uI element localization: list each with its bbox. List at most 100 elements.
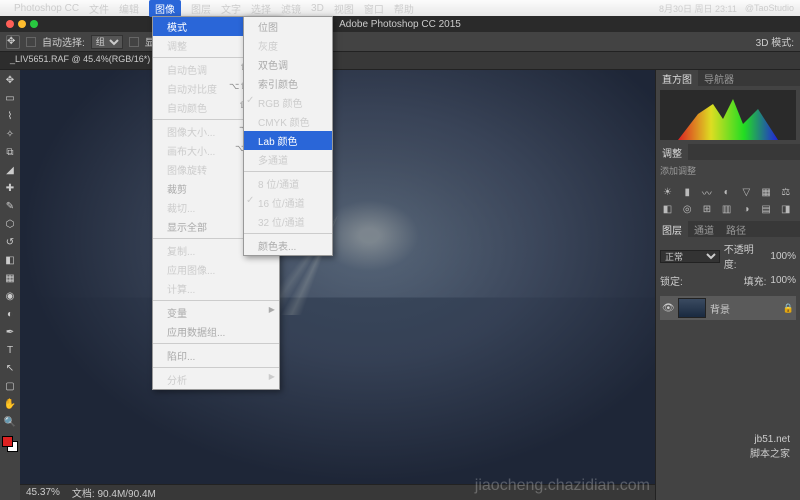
menu-file[interactable]: 文件	[89, 1, 109, 16]
pen-tool[interactable]: ✒	[2, 324, 18, 340]
tab-navigator[interactable]: 导航器	[698, 70, 740, 87]
menu-image[interactable]: 图像	[149, 0, 181, 17]
menu-edit[interactable]: 编辑	[119, 1, 139, 16]
adj-color-balance-icon[interactable]: ⚖	[778, 185, 793, 200]
adj-hue-icon[interactable]: ▦	[759, 185, 774, 200]
move-tool-icon[interactable]: ✥	[6, 35, 20, 49]
canvas-area: 45.37% 文档: 90.4M/90.4M	[20, 70, 655, 500]
adj-curves-icon[interactable]: 〰	[699, 185, 714, 200]
menu-item: 位图	[244, 17, 332, 36]
menu-layer[interactable]: 图层	[191, 1, 211, 16]
move-tool[interactable]: ✥	[2, 72, 18, 88]
layer-row[interactable]: 👁 背景 🔒	[660, 296, 796, 320]
blur-tool[interactable]: ◉	[2, 288, 18, 304]
type-tool[interactable]: T	[2, 342, 18, 358]
menu-window[interactable]: 窗口	[364, 1, 384, 16]
menu-item[interactable]: 8 位/通道	[244, 174, 332, 193]
opacity-label: 不透明度:	[724, 241, 767, 271]
heal-tool[interactable]: ✚	[2, 180, 18, 196]
stamp-tool[interactable]: ⬡	[2, 216, 18, 232]
history-brush-tool[interactable]: ↺	[2, 234, 18, 250]
opacity-value[interactable]: 100%	[770, 251, 796, 262]
lock-icon: 🔒	[783, 303, 794, 314]
menu-photoshop[interactable]: Photoshop CC	[14, 3, 79, 14]
auto-select-checkbox[interactable]	[26, 37, 36, 47]
adjustments-label: 添加调整	[656, 160, 800, 181]
menu-item[interactable]: RGB 颜色	[244, 93, 332, 112]
gradient-tool[interactable]: ▦	[2, 270, 18, 286]
marquee-tool[interactable]: ▭	[2, 90, 18, 106]
close-button[interactable]	[6, 20, 14, 28]
menu-view[interactable]: 视图	[334, 1, 354, 16]
fill-label: 填充:	[744, 273, 767, 288]
menu-item: 颜色表...	[244, 236, 332, 255]
adj-vibrance-icon[interactable]: ▽	[739, 185, 754, 200]
brush-tool[interactable]: ✎	[2, 198, 18, 214]
document-canvas[interactable]	[20, 70, 655, 484]
options-bar: ✥ 自动选择: 组 显示变... 3D 模式:	[0, 32, 800, 52]
fill-value[interactable]: 100%	[770, 275, 796, 286]
blend-mode-select[interactable]: 正常	[660, 250, 720, 263]
menu-filter[interactable]: 滤镜	[281, 1, 301, 16]
menu-item[interactable]: 多通道	[244, 150, 332, 169]
menu-item: 陷印...	[153, 346, 279, 365]
wand-tool[interactable]: ✧	[2, 126, 18, 142]
document-tab[interactable]: _LIV5651.RAF @ 45.4%(RGB/16*)	[0, 52, 161, 69]
zoom-button[interactable]	[30, 20, 38, 28]
menu-type[interactable]: 文字	[221, 1, 241, 16]
show-transform-checkbox[interactable]	[129, 37, 139, 47]
menu-item[interactable]: 分析	[153, 370, 279, 389]
adj-brightness-icon[interactable]: ☀	[660, 185, 675, 200]
adj-lookup-icon[interactable]: ▥	[719, 202, 734, 217]
menubar-date: 8月30日 周日 23:11	[659, 2, 737, 15]
mac-menubar: Photoshop CC 文件 编辑 图像 图层 文字 选择 滤镜 3D 视图 …	[0, 0, 800, 16]
adj-photo-filter-icon[interactable]: ◎	[680, 202, 695, 217]
layer-thumbnail[interactable]	[678, 298, 706, 318]
menu-item[interactable]: 计算...	[153, 279, 279, 298]
lock-label: 锁定:	[660, 273, 683, 288]
menu-item: 索引颜色	[244, 74, 332, 93]
menu-3d[interactable]: 3D	[311, 3, 324, 14]
eraser-tool[interactable]: ◧	[2, 252, 18, 268]
tab-channels[interactable]: 通道	[688, 221, 720, 238]
tab-paths[interactable]: 路径	[720, 221, 752, 238]
menu-item[interactable]: 16 位/通道	[244, 193, 332, 212]
minimize-button[interactable]	[18, 20, 26, 28]
menu-select[interactable]: 选择	[251, 1, 271, 16]
adj-posterize-icon[interactable]: ▤	[759, 202, 774, 217]
adj-exposure-icon[interactable]: ◐	[719, 185, 734, 200]
adjustments-grid: ☀ ▮ 〰 ◐ ▽ ▦ ⚖ ◧ ◎ ⊞ ▥ ◑ ▤ ◨	[656, 181, 800, 221]
window-titlebar: Adobe Photoshop CC 2015	[0, 16, 800, 32]
path-tool[interactable]: ↖	[2, 360, 18, 376]
panels-column: 直方图 导航器 调整 添加调整 ☀ ▮ 〰 ◐ ▽ ▦ ⚖ ◧ ◎ ⊞ ▥ ◑ …	[655, 70, 800, 500]
menu-item[interactable]: Lab 颜色	[244, 131, 332, 150]
color-swatch[interactable]	[2, 436, 18, 452]
dodge-tool[interactable]: ◐	[2, 306, 18, 322]
zoom-tool[interactable]: 🔍	[2, 414, 18, 430]
doc-size: 文档: 90.4M/90.4M	[72, 485, 156, 500]
adj-levels-icon[interactable]: ▮	[680, 185, 695, 200]
window-title: Adobe Photoshop CC 2015	[339, 19, 461, 30]
hand-tool[interactable]: ✋	[2, 396, 18, 412]
eyedropper-tool[interactable]: ◢	[2, 162, 18, 178]
menu-help[interactable]: 帮助	[394, 1, 414, 16]
auto-select-dropdown[interactable]: 组	[91, 35, 123, 49]
menu-item[interactable]: CMYK 颜色	[244, 112, 332, 131]
adj-bw-icon[interactable]: ◧	[660, 202, 675, 217]
adj-channel-mixer-icon[interactable]: ⊞	[699, 202, 714, 217]
shape-tool[interactable]: ▢	[2, 378, 18, 394]
visibility-icon[interactable]: 👁	[662, 303, 674, 314]
lasso-tool[interactable]: ⌇	[2, 108, 18, 124]
adj-invert-icon[interactable]: ◑	[739, 202, 754, 217]
menu-item: 应用数据组...	[153, 322, 279, 341]
zoom-level[interactable]: 45.37%	[26, 487, 60, 498]
layer-name[interactable]: 背景	[710, 301, 730, 316]
menu-item[interactable]: 32 位/通道	[244, 212, 332, 231]
tab-histogram[interactable]: 直方图	[656, 70, 698, 87]
crop-tool[interactable]: ⧉	[2, 144, 18, 160]
menu-item[interactable]: 灰度	[244, 36, 332, 55]
tab-layers[interactable]: 图层	[656, 221, 688, 238]
menu-item[interactable]: 应用图像...	[153, 260, 279, 279]
adj-threshold-icon[interactable]: ◨	[778, 202, 793, 217]
tab-adjustments[interactable]: 调整	[656, 144, 688, 161]
